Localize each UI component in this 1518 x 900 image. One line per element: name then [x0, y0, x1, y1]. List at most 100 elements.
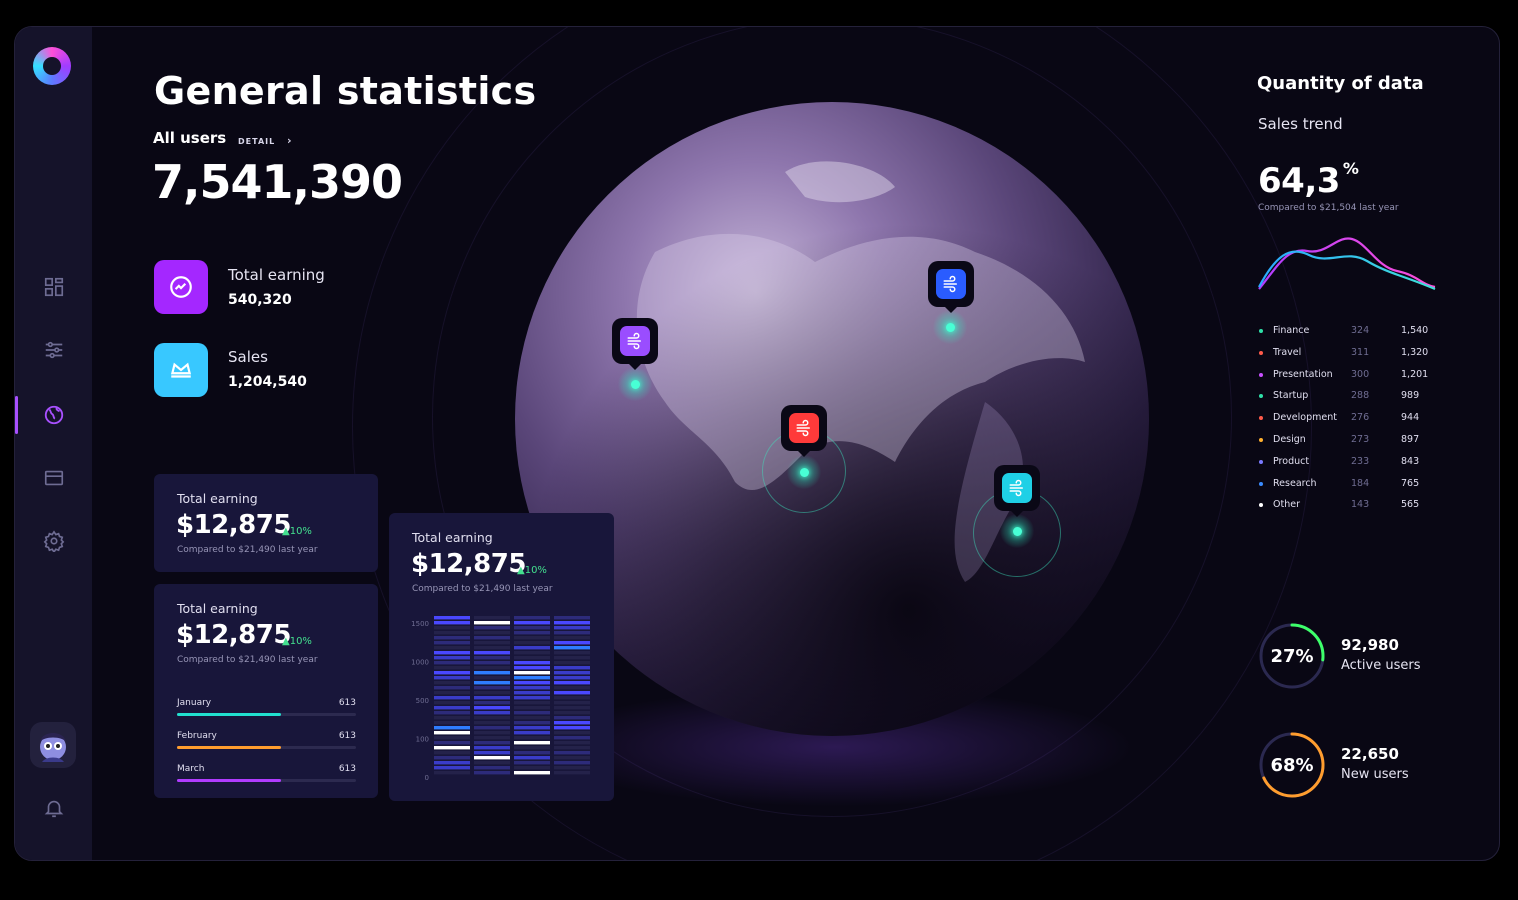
legend-name: Design [1273, 434, 1306, 445]
heatmap-cell [554, 641, 590, 645]
legend-row[interactable]: Development 276 944 [1259, 412, 1444, 426]
legend-row[interactable]: Research 184 765 [1259, 478, 1444, 492]
heatmap-cell [434, 676, 470, 680]
dashboard-icon[interactable] [41, 274, 67, 300]
heatmap-cell [514, 621, 550, 625]
heatmap-cell [434, 691, 470, 695]
legend-value: 565 [1401, 499, 1420, 511]
map-pin[interactable] [612, 318, 658, 370]
donut-label: Active users [1341, 658, 1421, 673]
sales-trend-label: Sales trend [1258, 115, 1343, 133]
heatmap-cell [434, 616, 470, 620]
legend-value: 989 [1401, 390, 1420, 402]
heatmap-cell [554, 741, 590, 745]
earning-card-months[interactable]: Total earning $12,875 ▲10% Compared to $… [154, 584, 378, 798]
legend-bullet [1259, 394, 1263, 399]
heatmap-cell [434, 726, 470, 730]
location-dot[interactable] [618, 367, 652, 401]
app-logo[interactable] [33, 47, 71, 85]
heatmap-cell [514, 641, 550, 645]
heatmap-cell [474, 746, 510, 750]
heatmap-cell [514, 616, 550, 620]
map-pin[interactable] [781, 405, 827, 457]
heatmap-cell [434, 766, 470, 770]
month-name: March [177, 764, 205, 774]
heatmap-cell [474, 766, 510, 770]
donut-percent: 27% [1270, 645, 1314, 667]
stat-earning-tile[interactable] [154, 260, 208, 314]
heatmap-cell [474, 621, 510, 625]
map-pin[interactable] [928, 261, 974, 313]
heatmap-cell [434, 626, 470, 630]
heatmap-cell [434, 656, 470, 660]
legend-value: 1,320 [1401, 346, 1429, 358]
heatmap-cell [514, 726, 550, 730]
heatmap-cell [474, 691, 510, 695]
legend-count: 311 [1351, 346, 1370, 358]
stat-value: 1,204,540 [228, 374, 307, 390]
location-dot[interactable] [787, 455, 821, 489]
heatmap-cell [514, 691, 550, 695]
legend-bullet [1259, 416, 1263, 421]
legend-value: 1,540 [1401, 325, 1429, 336]
sliders-icon[interactable] [41, 337, 67, 363]
heatmap-card[interactable]: Total earning $12,875 ▲10% Compared to $… [389, 513, 614, 801]
legend-row[interactable]: Travel 311 1,320 [1259, 347, 1444, 361]
card-icon[interactable] [41, 465, 67, 491]
legend-bullet [1259, 350, 1263, 355]
sales-trend-compare: Compared to $21,504 last year [1258, 203, 1399, 213]
legend-count: 276 [1351, 412, 1370, 424]
card-label: Total earning [177, 491, 258, 506]
legend-name: Travel [1273, 346, 1302, 358]
heatmap-cell [554, 686, 590, 690]
heatmap-cell [554, 651, 590, 655]
legend-count: 324 [1351, 325, 1370, 336]
heatmap-cell [474, 756, 510, 760]
map-pin[interactable] [994, 465, 1040, 517]
month-value: 613 [338, 764, 356, 774]
heatmap-cell [474, 731, 510, 735]
heatmap-cell [434, 751, 470, 755]
settings-icon[interactable] [41, 528, 67, 554]
active-indicator [15, 396, 18, 434]
legend-name: Presentation [1273, 368, 1333, 380]
heatmap-cell [554, 626, 590, 630]
heatmap-cell [554, 731, 590, 735]
legend-row[interactable]: Presentation 300 1,201 [1259, 369, 1444, 383]
heatmap-cell [514, 746, 550, 750]
legend-bullet [1259, 503, 1263, 508]
globe-icon[interactable] [41, 402, 67, 428]
heatmap-cell [554, 661, 590, 665]
heatmap-cell [514, 651, 550, 655]
heatmap-cell [434, 631, 470, 635]
location-dot[interactable] [933, 310, 967, 344]
earning-card[interactable]: Total earning $12,875 ▲10% Compared to $… [154, 474, 378, 572]
heatmap-cell [474, 666, 510, 670]
avatar[interactable] [30, 722, 76, 768]
heatmap-cell [514, 646, 550, 650]
heatmap-cell [474, 751, 510, 755]
quantity-title: Quantity of data [1257, 73, 1424, 94]
heatmap-y-tick: 500 [416, 697, 429, 705]
heatmap-cell [474, 771, 510, 775]
heatmap-cell [514, 636, 550, 640]
heatmap-cell [474, 716, 510, 720]
heatmap-cell [554, 616, 590, 620]
heatmap-cell [554, 716, 590, 720]
month-fill [177, 713, 281, 716]
heatmap-y-tick: 1000 [411, 659, 429, 667]
heatmap-cell [554, 751, 590, 755]
heatmap-y-tick: 100 [416, 736, 429, 744]
legend-row[interactable]: Design 273 897 [1259, 434, 1444, 448]
bell-icon[interactable] [41, 795, 67, 821]
heatmap-cell [514, 741, 550, 745]
legend-row[interactable]: Product 233 843 [1259, 456, 1444, 470]
detail-link[interactable]: DETAIL › [238, 134, 293, 147]
stat-sales-tile[interactable] [154, 343, 208, 397]
legend-row[interactable]: Startup 288 989 [1259, 390, 1444, 404]
legend-row[interactable]: Finance 324 1,540 [1259, 325, 1444, 339]
legend-count: 273 [1351, 434, 1370, 445]
heatmap-cell [474, 701, 510, 705]
legend-row[interactable]: Other 143 565 [1259, 499, 1444, 513]
location-dot[interactable] [1000, 514, 1034, 548]
